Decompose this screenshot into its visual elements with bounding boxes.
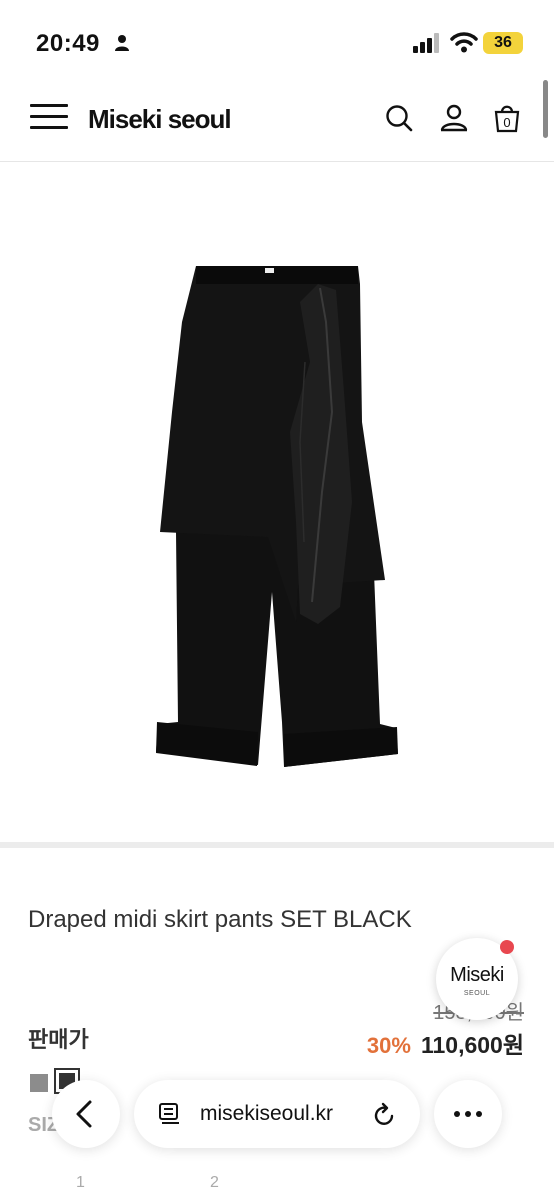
- product-title: Draped midi skirt pants SET BLACK: [28, 906, 412, 933]
- more-dot-icon: [454, 1111, 460, 1117]
- url-text: misekiseoul.kr: [200, 1102, 334, 1125]
- search-icon[interactable]: [384, 102, 416, 134]
- badge-sub: SEOUL: [463, 990, 491, 997]
- status-time: 20:49: [36, 30, 100, 57]
- status-bar: 20:49 36: [0, 0, 554, 80]
- discount-rate: 30%: [366, 1033, 411, 1058]
- more-dot-icon: [476, 1111, 482, 1117]
- chevron-left-icon: [76, 1100, 92, 1128]
- address-bar[interactable]: misekiseoul.kr: [134, 1080, 420, 1148]
- price-label: 판매가: [28, 1027, 89, 1052]
- battery-indicator: 36: [483, 32, 523, 54]
- sale-price: 110,600원: [420, 1032, 524, 1058]
- notification-dot: [500, 940, 514, 954]
- size-option-1[interactable]: 1: [76, 1174, 85, 1192]
- more-options-button[interactable]: [434, 1080, 502, 1148]
- back-button[interactable]: [52, 1080, 120, 1148]
- wifi-icon: [450, 32, 478, 53]
- badge-name: Miseki: [450, 964, 504, 986]
- site-header: Miseki seoul 0: [0, 80, 554, 162]
- reader-icon: [159, 1103, 179, 1124]
- cellular-signal-icon: [413, 33, 439, 53]
- product-photo: [156, 266, 398, 767]
- swatch-gray[interactable]: [30, 1074, 48, 1092]
- size-option-2[interactable]: 2: [210, 1174, 219, 1192]
- section-divider: [0, 842, 554, 848]
- shopping-bag-icon[interactable]: 0: [491, 102, 523, 134]
- reload-icon[interactable]: [372, 1100, 398, 1128]
- brand-logo[interactable]: Miseki seoul: [88, 104, 232, 135]
- menu-icon[interactable]: [30, 102, 70, 132]
- product-image[interactable]: [0, 162, 554, 842]
- more-dot-icon: [465, 1111, 471, 1117]
- cart-count: 0: [503, 115, 510, 130]
- person-icon: [115, 35, 129, 51]
- account-icon[interactable]: [438, 102, 470, 134]
- sale-price-row: 30% 110,600원: [367, 1026, 524, 1060]
